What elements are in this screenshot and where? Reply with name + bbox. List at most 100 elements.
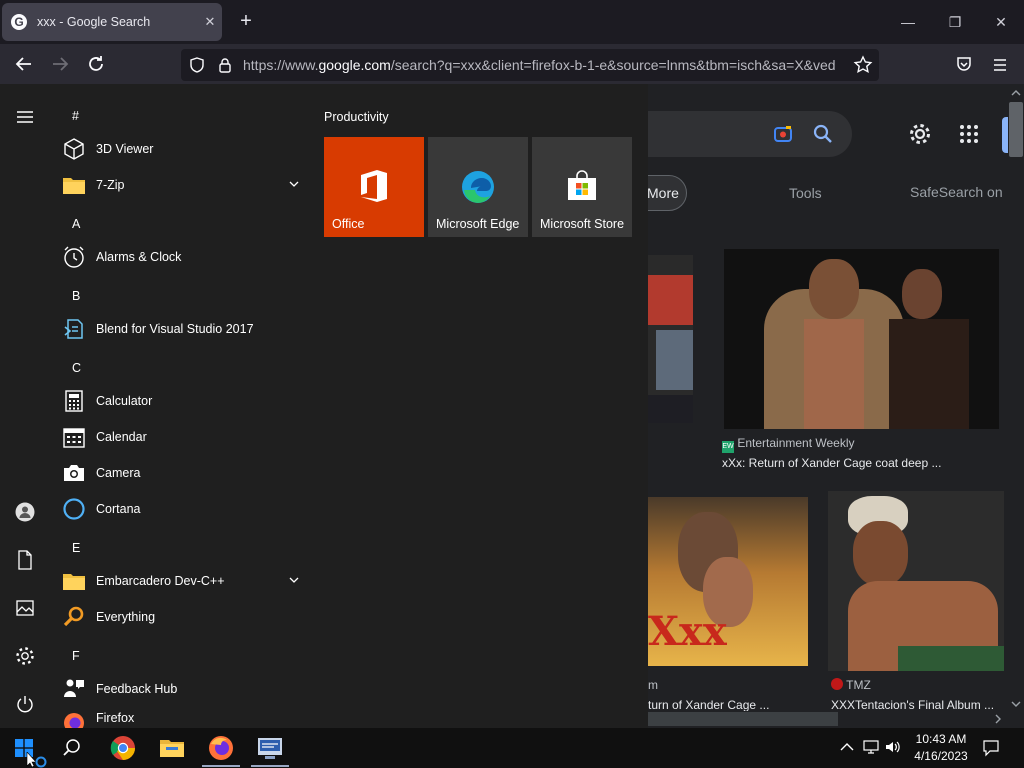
result-title[interactable]: turn of Xander Cage ...: [648, 698, 808, 712]
camera-icon: [64, 465, 84, 481]
documents-icon[interactable]: [14, 549, 36, 571]
tile-office[interactable]: Office: [324, 137, 424, 237]
image-result-thumbnail[interactable]: [648, 255, 693, 423]
taskbar-clock[interactable]: 10:43 AM 4/16/2023: [912, 731, 970, 765]
settings-gear-icon[interactable]: [908, 122, 932, 146]
camera-search-icon[interactable]: [772, 123, 794, 145]
restore-icon[interactable]: ❐: [945, 12, 965, 32]
busy-cursor-icon: [26, 752, 47, 768]
firefox-taskbar-icon[interactable]: [207, 734, 235, 762]
power-icon[interactable]: [14, 693, 36, 715]
cube-icon: [64, 138, 84, 160]
start-menu-rail: [0, 84, 50, 728]
calendar-icon: [63, 428, 85, 448]
result-source[interactable]: EW Entertainment Weekly: [722, 436, 855, 453]
calculator-icon: [65, 390, 83, 412]
app-calendar[interactable]: Calendar: [62, 421, 308, 453]
app-7-zip[interactable]: 7-Zip: [62, 169, 308, 201]
section-header-hash[interactable]: #: [72, 109, 79, 123]
section-header-e[interactable]: E: [72, 541, 80, 555]
scroll-up-icon[interactable]: [1010, 88, 1022, 98]
google-apps-icon[interactable]: [959, 124, 979, 144]
chevron-down-icon[interactable]: [288, 574, 300, 586]
app-label: Blend for Visual Studio 2017: [96, 322, 254, 336]
close-window-icon[interactable]: ✕: [991, 12, 1011, 32]
reload-button[interactable]: [84, 52, 108, 76]
browser-tab[interactable]: G xxx - Google Search ✕: [2, 3, 222, 41]
app-cortana[interactable]: Cortana: [62, 493, 308, 525]
google-favicon-icon: G: [11, 14, 27, 30]
image-result-thumbnail[interactable]: [828, 491, 1004, 671]
tile-microsoft-store[interactable]: Microsoft Store: [532, 137, 632, 237]
forward-button[interactable]: [48, 52, 72, 76]
tab-title: xxx - Google Search: [37, 15, 151, 29]
back-button[interactable]: [12, 52, 36, 76]
vertical-scroll-thumb[interactable]: [1009, 102, 1023, 157]
vertical-scrollbar[interactable]: [1008, 84, 1024, 728]
blend-icon: [64, 319, 83, 339]
section-header-a[interactable]: A: [72, 217, 80, 231]
app-label: Alarms & Clock: [96, 250, 182, 264]
image-result-thumbnail[interactable]: Xxx: [648, 497, 808, 666]
tile-microsoft-edge[interactable]: Microsoft Edge: [428, 137, 528, 237]
firefox-active-indicator: [202, 765, 240, 767]
app-embarcadero-dev-cpp[interactable]: Embarcadero Dev-C++: [62, 565, 308, 597]
volume-icon[interactable]: [884, 738, 902, 756]
network-app-icon[interactable]: [256, 734, 284, 762]
file-explorer-icon[interactable]: [158, 734, 186, 762]
notifications-icon[interactable]: [982, 739, 1000, 757]
result-title[interactable]: xXx: Return of Xander Cage coat deep ...: [722, 456, 1002, 470]
app-3d-viewer[interactable]: 3D Viewer: [62, 133, 308, 165]
image-result-thumbnail[interactable]: [724, 249, 999, 429]
app-everything[interactable]: Everything: [62, 601, 308, 633]
chrome-icon[interactable]: [109, 734, 137, 762]
cortana-icon: [63, 498, 85, 520]
app-blend[interactable]: Blend for Visual Studio 2017: [62, 313, 308, 345]
section-header-b[interactable]: B: [72, 289, 80, 303]
show-hidden-icons-chevron-up-icon[interactable]: [838, 738, 856, 756]
app-label: Calculator: [96, 394, 153, 408]
scroll-down-icon[interactable]: [1010, 699, 1022, 709]
tools-button[interactable]: Tools: [789, 185, 822, 201]
url-text[interactable]: https://www.google.com/search?q=xxx&clie…: [243, 57, 843, 73]
scroll-right-icon[interactable]: [993, 713, 1003, 725]
close-tab-icon[interactable]: ✕: [198, 14, 222, 30]
network-icon[interactable]: [862, 738, 880, 756]
app-firefox[interactable]: Firefox: [62, 709, 308, 728]
lock-icon[interactable]: [216, 56, 234, 74]
app-label: 3D Viewer: [96, 142, 154, 156]
app-camera[interactable]: Camera: [62, 457, 308, 489]
store-icon: [568, 170, 596, 200]
hamburger-menu-icon[interactable]: [991, 56, 1009, 74]
minimize-icon[interactable]: —: [898, 12, 918, 32]
safesearch-button[interactable]: SafeSearch on: [910, 184, 1003, 200]
result-source[interactable]: m: [648, 678, 658, 692]
bookmark-star-icon[interactable]: [853, 55, 873, 75]
app-label: Cortana: [96, 502, 141, 516]
app-feedback-hub[interactable]: Feedback Hub: [62, 673, 308, 705]
tile-label: Office: [332, 217, 365, 231]
pocket-icon[interactable]: [955, 55, 973, 73]
horizontal-scroll-thumb[interactable]: [648, 712, 838, 726]
more-label: More: [647, 185, 679, 201]
app-alarms-clock[interactable]: Alarms & Clock: [62, 241, 308, 273]
tile-group-title[interactable]: Productivity: [324, 110, 389, 124]
search-icon[interactable]: [812, 123, 834, 145]
forward-arrow-icon: [53, 57, 69, 71]
app-label: Embarcadero Dev-C++: [96, 574, 225, 588]
shield-icon[interactable]: [188, 56, 206, 74]
section-header-f[interactable]: F: [72, 649, 80, 663]
taskbar-search-icon[interactable]: [62, 738, 82, 758]
app-calculator[interactable]: Calculator: [62, 385, 308, 417]
chevron-down-icon[interactable]: [288, 178, 300, 190]
result-source[interactable]: TMZ: [831, 678, 871, 692]
result-title[interactable]: XXXTentacion's Final Album ...: [831, 698, 1003, 712]
pictures-icon[interactable]: [14, 597, 36, 619]
section-header-c[interactable]: C: [72, 361, 81, 375]
expand-menu-icon[interactable]: [14, 106, 36, 128]
user-account-icon[interactable]: [14, 501, 36, 523]
app-label: Calendar: [96, 430, 147, 444]
settings-icon[interactable]: [14, 645, 36, 667]
new-tab-button[interactable]: +: [234, 10, 258, 34]
back-arrow-icon: [15, 57, 31, 71]
